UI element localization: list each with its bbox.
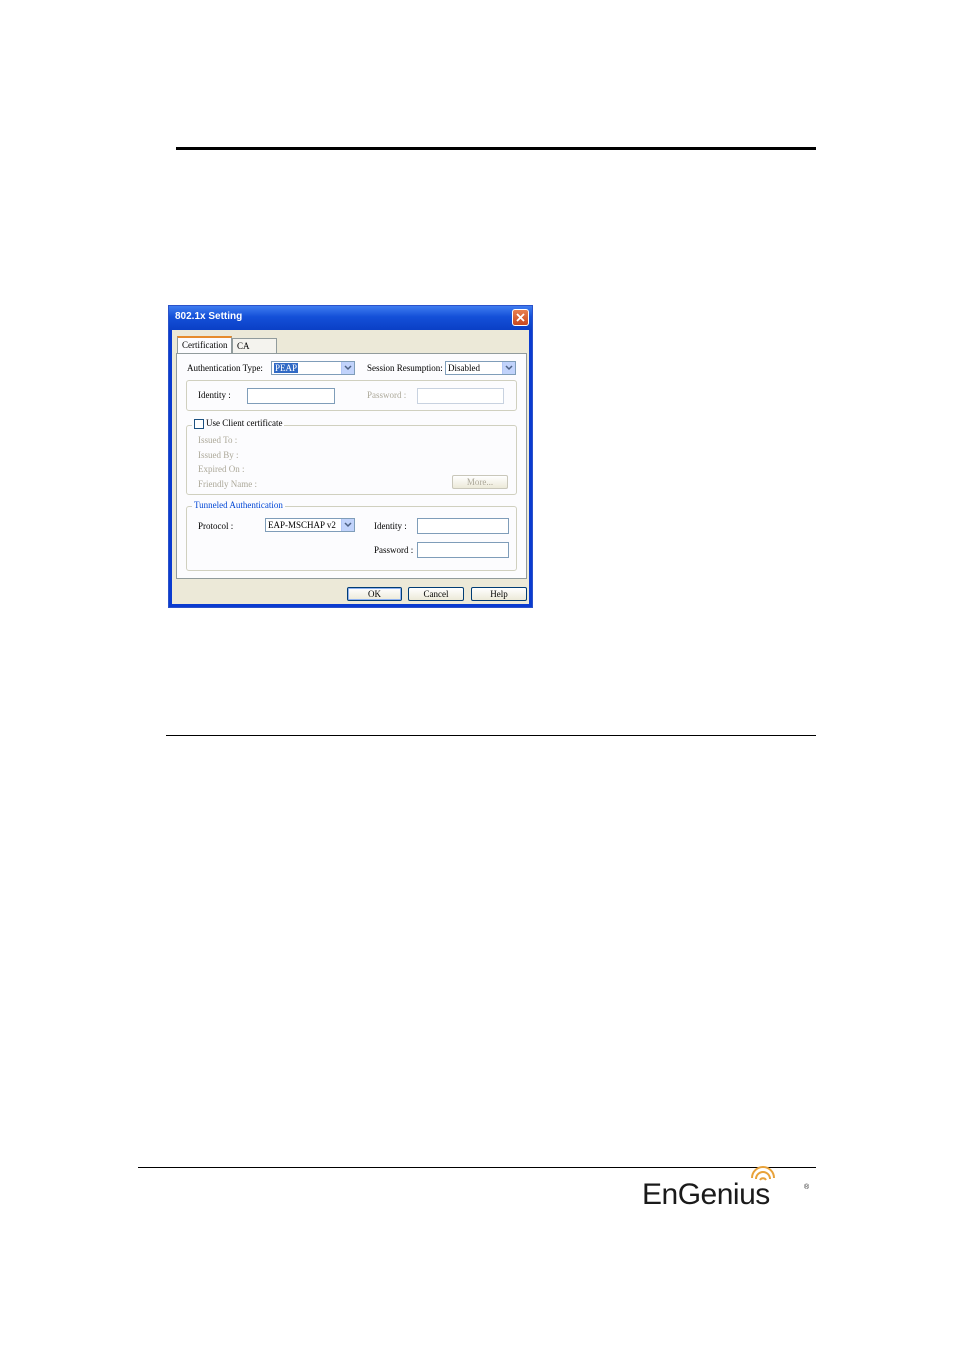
expired-on-label: Expired On : <box>198 464 245 474</box>
logo-text: EnGenius <box>642 1178 770 1211</box>
issued-to-label: Issued To : <box>198 435 238 445</box>
header-rule <box>176 147 816 150</box>
tunneled-auth-group <box>186 506 517 571</box>
auth-type-label: Authentication Type: <box>187 363 263 373</box>
use-client-certificate-checkbox[interactable] <box>194 418 204 429</box>
footer-rule <box>138 1167 816 1168</box>
protocol-value: EAP-MSCHAP v2 <box>268 520 336 530</box>
tab-certification[interactable]: Certification <box>177 336 232 353</box>
tunneled-identity-label: Identity : <box>374 521 407 531</box>
protocol-label: Protocol : <box>198 521 234 531</box>
session-resumption-select[interactable]: Disabled <box>445 361 516 375</box>
chevron-down-icon <box>502 362 515 374</box>
dialog-title: 802.1x Setting <box>175 311 243 322</box>
password-label: Password : <box>367 390 407 400</box>
session-resumption-label: Session Resumption: <box>367 363 443 373</box>
cancel-button[interactable]: Cancel <box>408 587 464 601</box>
auth-type-select[interactable]: PEAP <box>271 361 355 375</box>
issued-by-label: Issued By : <box>198 450 239 460</box>
client-certificate-legend: Use Client certificate <box>192 418 285 429</box>
tunneled-auth-legend: Tunneled Authentication <box>192 500 285 510</box>
protocol-select[interactable]: EAP-MSCHAP v2 <box>265 518 355 532</box>
tunneled-password-label: Password : <box>374 545 414 555</box>
identity-label: Identity : <box>198 390 231 400</box>
use-client-certificate-label: Use Client certificate <box>206 418 283 428</box>
close-icon <box>516 313 525 322</box>
section-rule <box>166 735 816 736</box>
settings-dialog: 802.1x Setting Certification CA Server A… <box>168 305 533 608</box>
registered-mark: ® <box>804 1184 810 1191</box>
tunneled-password-input[interactable] <box>417 542 509 558</box>
tab-ca-server[interactable]: CA Server <box>232 338 277 365</box>
title-bar[interactable]: 802.1x Setting <box>169 306 532 330</box>
identity-input[interactable] <box>247 388 335 404</box>
more-button[interactable]: More... <box>452 475 508 489</box>
close-button[interactable] <box>512 309 529 326</box>
help-button[interactable]: Help <box>471 587 527 601</box>
ok-button[interactable]: OK <box>347 587 402 601</box>
password-input[interactable] <box>417 388 504 404</box>
chevron-down-icon <box>341 362 354 374</box>
certification-panel: Authentication Type: PEAP Session Resump… <box>176 353 527 579</box>
session-resumption-value: Disabled <box>448 363 480 373</box>
auth-type-value: PEAP <box>274 363 299 373</box>
tab-certification-label: Certification <box>182 340 228 350</box>
chevron-down-icon <box>341 519 354 531</box>
engenius-logo: EnGenius ® <box>642 1166 812 1216</box>
tunneled-identity-input[interactable] <box>417 518 509 534</box>
dialog-body: Certification CA Server Authentication T… <box>172 330 529 604</box>
tunneled-auth-legend-text: Tunneled Authentication <box>194 500 283 510</box>
friendly-name-label: Friendly Name : <box>198 479 257 489</box>
